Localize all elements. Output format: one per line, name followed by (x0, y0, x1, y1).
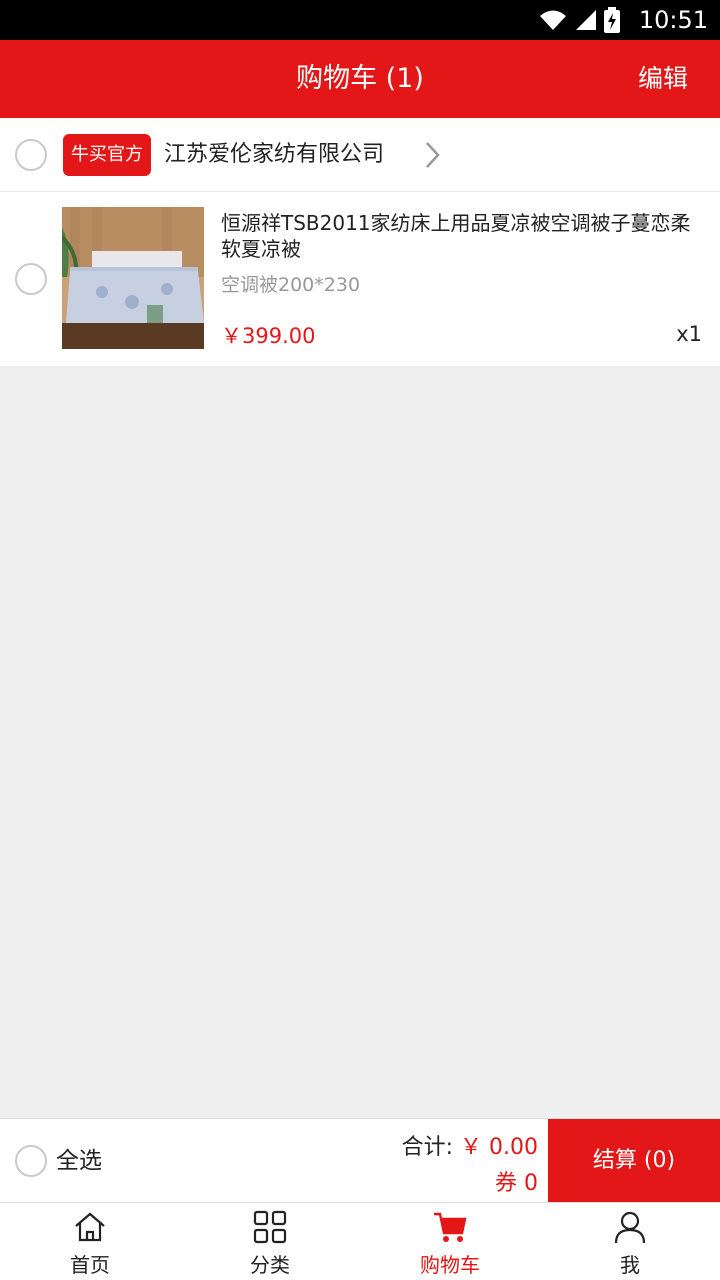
category-grid-icon (253, 1210, 287, 1244)
cart-item[interactable]: 恒源祥TSB2011家纺床上用品夏凉被空调被子蔓恋柔软夏凉被 空调被200*23… (0, 192, 720, 366)
status-bar: 10:51 (0, 0, 720, 40)
tab-profile[interactable]: 我 (540, 1203, 720, 1280)
tab-home[interactable]: 首页 (0, 1203, 180, 1280)
status-time: 10:51 (638, 6, 708, 34)
total-amount: ￥ 0.00 (460, 1135, 538, 1160)
shop-select-radio[interactable] (15, 139, 47, 171)
product-quantity: x1 (676, 322, 702, 346)
cart-summary-bar: 全选 合计: ￥ 0.00 券 0 结算 (0) (0, 1118, 720, 1203)
tab-category-label: 分类 (250, 1253, 290, 1277)
bottom-tab-bar: 首页 分类 购物车 我 (0, 1202, 720, 1280)
tab-home-label: 首页 (70, 1253, 110, 1277)
profile-icon (614, 1211, 646, 1244)
edit-button[interactable]: 编辑 (638, 40, 688, 118)
page-title: 购物车 (1) (296, 63, 424, 94)
wifi-icon (540, 10, 566, 30)
product-title[interactable]: 恒源祥TSB2011家纺床上用品夏凉被空调被子蔓恋柔软夏凉被 (221, 210, 709, 262)
battery-icon (604, 7, 620, 33)
coupon-line: 券 0 (495, 1165, 538, 1197)
shop-name[interactable]: 江苏爱伦家纺有限公司 (164, 134, 384, 176)
item-select-radio[interactable] (15, 263, 47, 295)
coupon-value: 0 (524, 1171, 538, 1196)
home-icon (75, 1212, 105, 1242)
select-all-label[interactable]: 全选 (56, 1119, 102, 1203)
product-spec: 空调被200*230 (221, 274, 361, 296)
signal-icon (576, 10, 596, 30)
tab-profile-label: 我 (620, 1253, 640, 1277)
total-line: 合计: ￥ 0.00 (402, 1129, 538, 1161)
checkout-button[interactable]: 结算 (0) (548, 1119, 720, 1203)
tab-category[interactable]: 分类 (180, 1203, 360, 1280)
app-header: 购物车 (1) 编辑 (0, 40, 720, 118)
chevron-right-icon[interactable] (422, 139, 444, 171)
coupon-label: 券 (494, 1171, 517, 1196)
cart-icon (434, 1212, 467, 1242)
total-label: 合计: (401, 1135, 454, 1160)
shop-official-badge: 牛买官方 (63, 134, 151, 176)
shop-row[interactable]: 牛买官方 江苏爱伦家纺有限公司 (0, 118, 720, 192)
product-price: ￥399.00 (221, 324, 316, 348)
tab-cart[interactable]: 购物车 (360, 1203, 540, 1280)
tab-cart-label: 购物车 (420, 1253, 480, 1277)
status-icons (538, 6, 620, 34)
select-all-radio[interactable] (15, 1145, 47, 1177)
product-image[interactable] (62, 207, 204, 349)
